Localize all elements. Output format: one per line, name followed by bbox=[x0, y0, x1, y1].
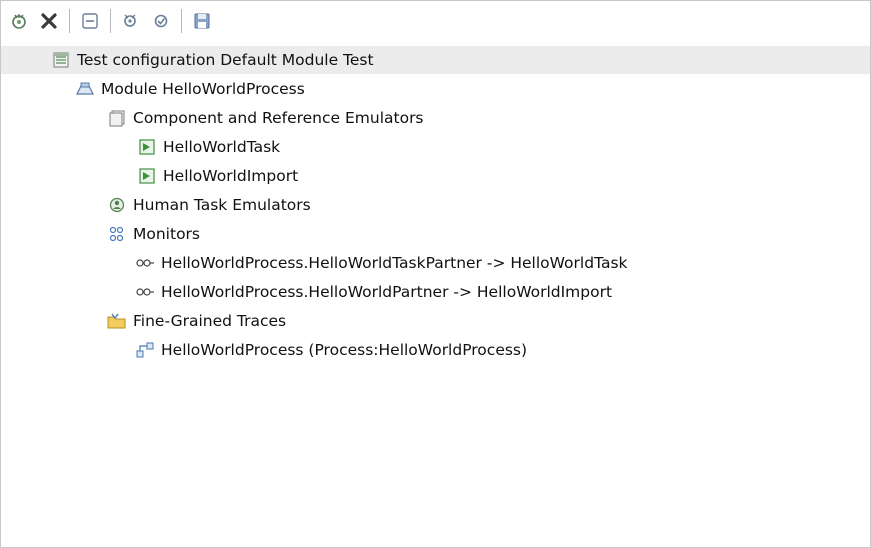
test-configuration-icon bbox=[51, 50, 71, 70]
tree-row-emulator-task[interactable]: HelloWorldTask bbox=[1, 132, 870, 161]
tree-row-label: Human Task Emulators bbox=[133, 195, 311, 214]
tree-row-monitor-2[interactable]: HelloWorldProcess.HelloWorldPartner -> H… bbox=[1, 277, 870, 306]
module-icon bbox=[75, 79, 95, 99]
configuration-tree: Test configuration Default Module Test M… bbox=[1, 46, 870, 364]
tree-row-label: Component and Reference Emulators bbox=[133, 108, 424, 127]
human-task-emulator-icon bbox=[107, 195, 127, 215]
component-emulator-icon bbox=[137, 137, 157, 157]
add-emulator-icon[interactable] bbox=[7, 9, 31, 33]
monitor-icon bbox=[135, 253, 155, 273]
tree-row-module[interactable]: Module HelloWorldProcess bbox=[1, 74, 870, 103]
tree-row-monitors[interactable]: Monitors bbox=[1, 219, 870, 248]
tree-row-label: HelloWorldImport bbox=[163, 166, 299, 185]
traces-folder-icon bbox=[107, 311, 127, 331]
toolbar-separator bbox=[181, 9, 182, 33]
tree-row-label: HelloWorldProcess.HelloWorldTaskPartner … bbox=[161, 253, 628, 272]
emulator-folder-icon bbox=[107, 108, 127, 128]
tree-row-trace-process[interactable]: HelloWorldProcess (Process:HelloWorldPro… bbox=[1, 335, 870, 364]
tree-row-monitor-1[interactable]: HelloWorldProcess.HelloWorldTaskPartner … bbox=[1, 248, 870, 277]
toolbar-separator bbox=[110, 9, 111, 33]
tree-row-human-task-emulators[interactable]: Human Task Emulators bbox=[1, 190, 870, 219]
tree-row-label: Module HelloWorldProcess bbox=[101, 79, 305, 98]
test-configuration-editor: Test configuration Default Module Test M… bbox=[0, 0, 871, 548]
tree-row-label: Test configuration Default Module Test bbox=[77, 51, 374, 69]
tree-row-label: HelloWorldProcess.HelloWorldPartner -> H… bbox=[161, 282, 613, 301]
tree-row-label: Monitors bbox=[133, 224, 200, 243]
tree-row-component-emulators[interactable]: Component and Reference Emulators bbox=[1, 103, 870, 132]
process-trace-icon bbox=[135, 340, 155, 360]
tree-row-label: Fine-Grained Traces bbox=[133, 311, 287, 330]
save-icon[interactable] bbox=[190, 9, 214, 33]
monitor-icon bbox=[135, 282, 155, 302]
tree-row-test-configuration[interactable]: Test configuration Default Module Test bbox=[1, 46, 870, 74]
remove-icon[interactable] bbox=[37, 9, 61, 33]
monitors-icon bbox=[107, 224, 127, 244]
component-emulator-icon bbox=[137, 166, 157, 186]
collapse-all-icon[interactable] bbox=[78, 9, 102, 33]
add-trace-icon[interactable] bbox=[149, 9, 173, 33]
tree-row-fine-grained-traces[interactable]: Fine-Grained Traces bbox=[1, 306, 870, 335]
toolbar bbox=[1, 1, 870, 41]
tree-row-label: HelloWorldProcess (Process:HelloWorldPro… bbox=[161, 340, 528, 359]
add-monitor-icon[interactable] bbox=[119, 9, 143, 33]
tree-row-label: HelloWorldTask bbox=[163, 137, 281, 156]
tree-row-emulator-import[interactable]: HelloWorldImport bbox=[1, 161, 870, 190]
toolbar-separator bbox=[69, 9, 70, 33]
